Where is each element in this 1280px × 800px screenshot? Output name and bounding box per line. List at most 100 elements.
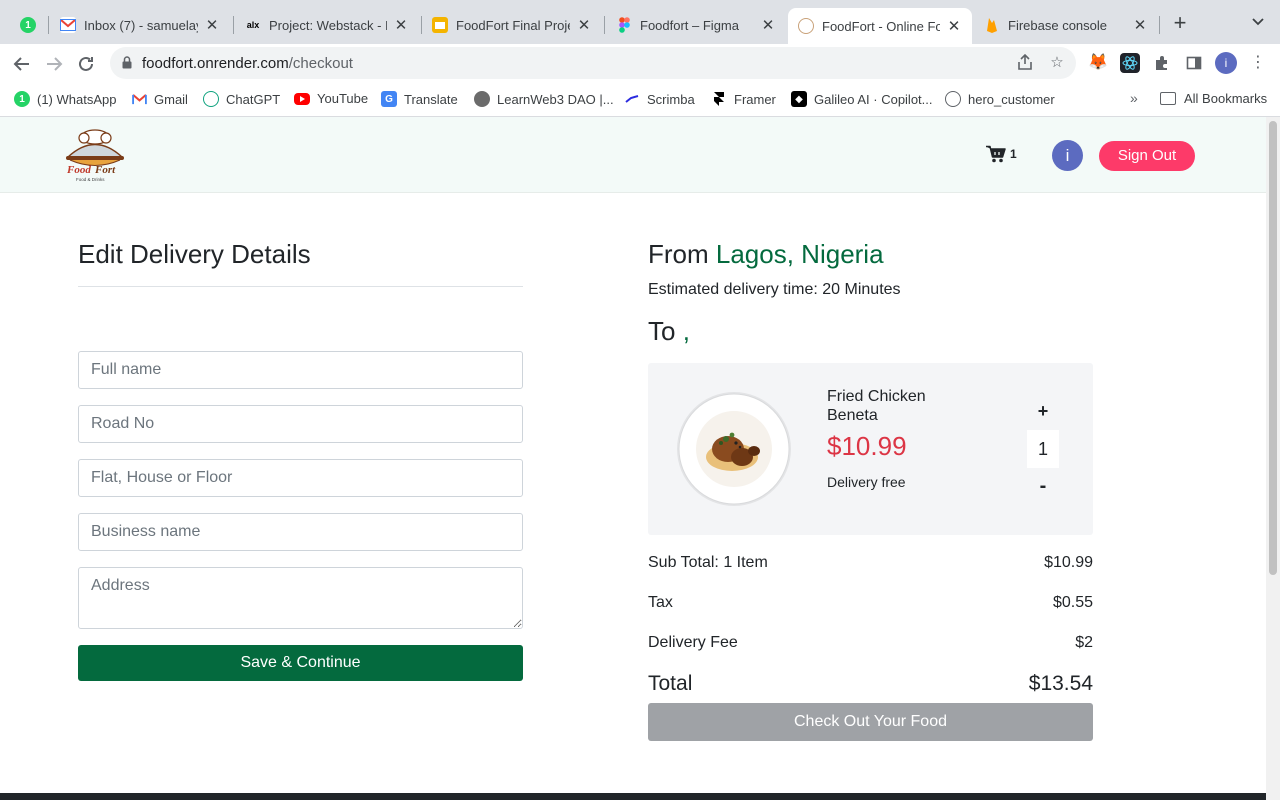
close-icon[interactable]: ✕ <box>760 16 776 34</box>
sign-out-button[interactable]: Sign Out <box>1099 141 1195 171</box>
bookmark-star-icon[interactable]: ☆ <box>1048 54 1066 72</box>
tab-label: FoodFort Final Project <box>456 17 570 33</box>
bookmark-hero-customer[interactable]: hero_customer <box>945 91 1055 107</box>
new-tab-button[interactable]: + <box>1168 12 1192 36</box>
title-divider <box>78 286 523 287</box>
page-scrollbar[interactable] <box>1266 117 1280 800</box>
whatsapp-icon: 1 <box>14 91 30 107</box>
to-heading: To , <box>648 316 690 347</box>
full-name-input[interactable] <box>78 351 523 389</box>
decrease-quantity-button[interactable]: - <box>1034 475 1052 497</box>
galileo-icon: ◆ <box>791 91 807 107</box>
foodfort-logo[interactable]: Food Fort Food & Drinks <box>62 127 128 183</box>
bookmark-scrimba[interactable]: Scrimba <box>624 91 695 107</box>
tab-alx-project[interactable]: alx Project: Webstack - P ✕ <box>235 8 419 42</box>
figma-icon <box>616 17 632 33</box>
browser-profile-avatar[interactable]: i <box>1215 52 1237 74</box>
close-icon[interactable]: ✕ <box>946 17 962 35</box>
all-bookmarks-folder[interactable]: All Bookmarks <box>1160 91 1267 106</box>
tab-badge: 1 <box>25 19 31 31</box>
delivery-fee-label: Delivery Fee <box>648 634 738 651</box>
translate-icon: G <box>381 91 397 107</box>
tab-label: FoodFort - Online Foo <box>822 18 940 34</box>
bookmark-framer[interactable]: Framer <box>711 91 776 107</box>
bookmark-label: YouTube <box>317 91 369 106</box>
subtotal-value: $10.99 <box>1044 554 1093 571</box>
business-name-input[interactable] <box>78 513 523 551</box>
close-icon[interactable]: ✕ <box>204 16 220 34</box>
tab-firebase[interactable]: Firebase console ✕ <box>974 8 1158 42</box>
browser-toolbar: foodfort.onrender.com/checkout ☆ 🦊 i ⋮ <box>0 44 1280 82</box>
close-icon[interactable]: ✕ <box>576 16 592 34</box>
extensions-puzzle-icon[interactable] <box>1152 53 1172 73</box>
bookmark-gmail[interactable]: Gmail <box>131 91 188 107</box>
delivery-fee-row: Delivery Fee $2 <box>648 634 1093 652</box>
cart-button[interactable]: 1 <box>986 145 1017 163</box>
side-panel-icon[interactable] <box>1184 53 1204 73</box>
gmail-icon <box>131 91 147 107</box>
chatgpt-icon <box>203 91 219 107</box>
bookmark-chatgpt[interactable]: ChatGPT <box>203 91 280 107</box>
page-viewport: Food Fort Food & Drinks 1 i Sign Out Edi… <box>0 117 1266 800</box>
react-devtools-icon[interactable] <box>1120 53 1140 73</box>
tab-foodfort-active[interactable]: FoodFort - Online Foo ✕ <box>788 8 972 44</box>
from-city: Lagos, Nigeria <box>715 239 884 269</box>
tab-figma[interactable]: Foodfort – Figma ✕ <box>606 8 786 42</box>
total-value: $13.54 <box>1028 672 1093 695</box>
from-heading: From Lagos, Nigeria <box>648 239 884 270</box>
foodfort-icon <box>798 18 814 34</box>
increase-quantity-button[interactable]: + <box>1034 401 1052 421</box>
bookmark-learnweb3[interactable]: LearnWeb3 DAO |... <box>474 91 614 107</box>
user-avatar[interactable]: i <box>1052 140 1083 171</box>
address-textarea[interactable] <box>78 567 523 629</box>
globe-icon <box>945 91 961 107</box>
bookmarks-bar: 1 (1) WhatsApp Gmail ChatGPT YouTube G Tra… <box>0 82 1280 117</box>
estimated-delivery-time: Estimated delivery time: 20 Minutes <box>648 281 901 298</box>
bookmarks-overflow-icon[interactable]: » <box>1130 90 1138 106</box>
bookmark-label: Scrimba <box>647 91 695 107</box>
tab-whatsapp[interactable]: 1 <box>10 8 46 42</box>
cart-count-badge: 1 <box>1010 147 1017 161</box>
from-prefix: From <box>648 239 716 269</box>
tab-gmail[interactable]: Inbox (7) - samuelayo ✕ <box>50 8 230 42</box>
browser-menu-kebab-icon[interactable]: ⋮ <box>1250 52 1266 74</box>
road-no-input[interactable] <box>78 405 523 443</box>
item-name: Fried Chicken Beneta <box>827 388 926 424</box>
quantity-value: 1 <box>1027 430 1059 468</box>
bookmark-label: ChatGPT <box>226 91 281 107</box>
url-text: foodfort.onrender.com/checkout <box>142 55 353 72</box>
tab-label: Firebase console <box>1008 17 1107 33</box>
tax-label: Tax <box>648 594 673 611</box>
delivery-form-title: Edit Delivery Details <box>78 239 311 269</box>
bookmark-translate[interactable]: G Translate <box>381 91 458 107</box>
reload-icon[interactable] <box>74 52 98 76</box>
tab-foodfort-slides[interactable]: FoodFort Final Project ✕ <box>422 8 602 42</box>
alx-icon: alx <box>246 20 260 30</box>
item-price: $10.99 <box>827 431 907 461</box>
lock-icon <box>122 56 132 69</box>
save-continue-button[interactable]: Save & Continue <box>78 645 523 681</box>
forward-arrow-icon[interactable] <box>42 52 66 76</box>
bookmark-label: Framer <box>734 91 776 107</box>
subtotal-row: Sub Total: 1 Item $10.99 <box>648 554 1093 572</box>
share-icon[interactable] <box>1016 53 1034 72</box>
metamask-icon[interactable]: 🦊 <box>1088 53 1108 73</box>
framer-icon <box>711 91 727 107</box>
back-arrow-icon[interactable] <box>10 52 34 76</box>
total-label: Total <box>648 672 693 695</box>
bookmark-whatsapp[interactable]: 1 (1) WhatsApp <box>14 91 116 107</box>
bookmark-galileo[interactable]: ◆ Galileo AI · Copilot... <box>791 91 933 107</box>
bookmark-youtube[interactable]: YouTube <box>294 91 368 106</box>
address-bar[interactable]: foodfort.onrender.com/checkout ☆ <box>110 47 1076 79</box>
scrollbar-thumb[interactable] <box>1269 121 1277 575</box>
close-icon[interactable]: ✕ <box>1132 16 1148 34</box>
checkout-button[interactable]: Check Out Your Food <box>648 703 1093 741</box>
url-path: /checkout <box>288 55 353 72</box>
to-prefix: To <box>648 316 683 346</box>
close-icon[interactable]: ✕ <box>393 16 409 34</box>
flat-house-floor-input[interactable] <box>78 459 523 497</box>
browser-tab-strip: 1 Inbox (7) - samuelayo ✕ alx Project: W… <box>0 0 1280 44</box>
tab-label: Inbox (7) - samuelayo <box>84 17 198 33</box>
slides-icon <box>432 17 448 33</box>
tab-search-chevron-icon[interactable] <box>1248 14 1268 34</box>
